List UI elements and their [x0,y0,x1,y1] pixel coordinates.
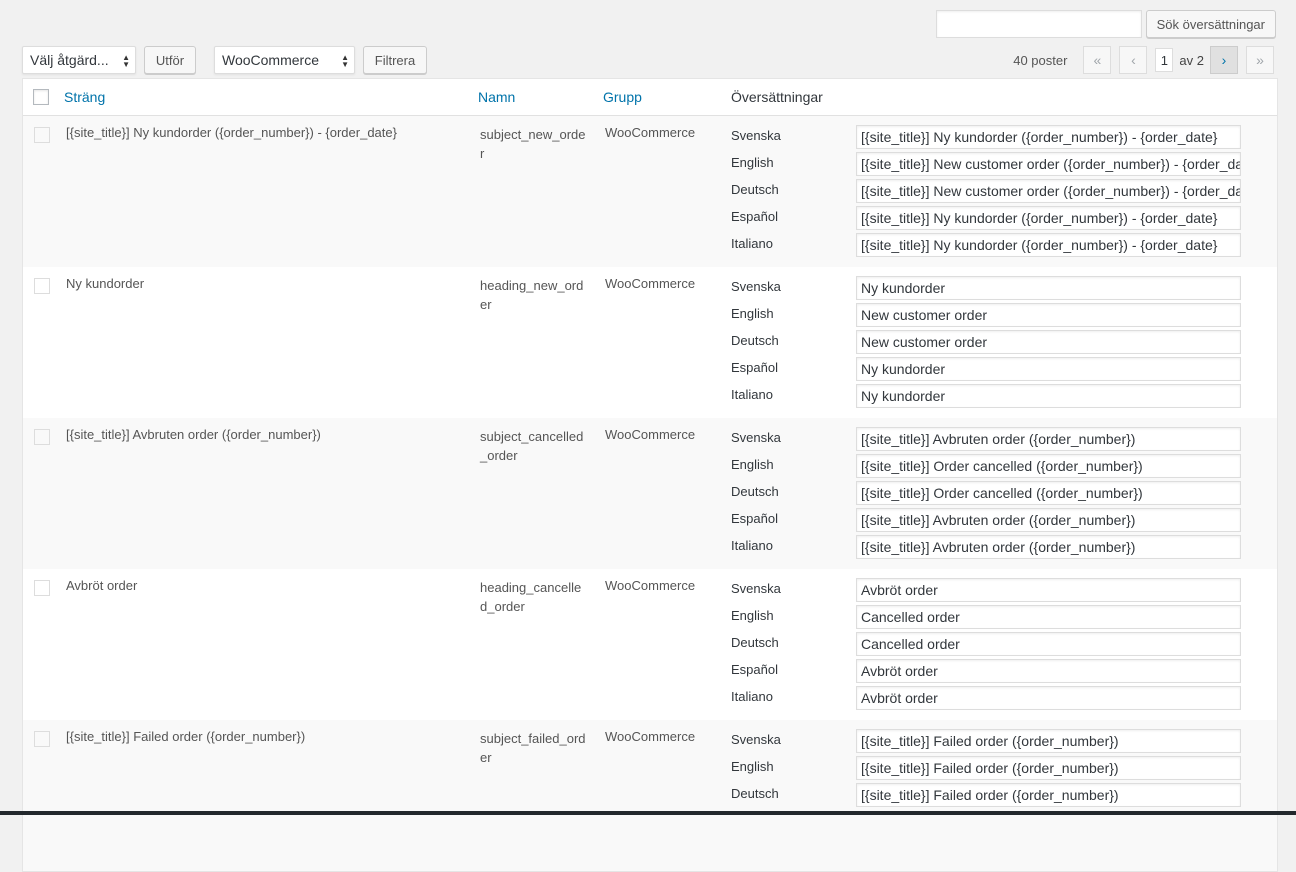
lang-label: Italiano [731,387,773,402]
bulk-action-value: Välj åtgärd... [30,52,109,68]
current-page-input[interactable]: 1 [1155,48,1174,72]
row-group: WooCommerce [605,729,696,744]
bulk-action-select[interactable]: Välj åtgärd... ▲ ▼ [22,46,136,74]
lang-label: English [731,759,774,774]
row-checkbox[interactable] [34,580,50,596]
translations-table: Sträng Namn Grupp Översättningar [{site_… [22,78,1278,872]
lang-label: English [731,306,774,321]
column-translations: Översättningar [731,89,823,105]
select-arrows-icon: ▲ ▼ [122,53,130,69]
search-input[interactable] [935,10,1142,38]
row-checkbox[interactable] [34,731,50,747]
lang-label: Deutsch [731,182,779,197]
translation-input[interactable]: [{site_title}] Avbruten order ({order_nu… [856,535,1241,559]
translation-input[interactable]: [{site_title}] Avbruten order ({order_nu… [856,427,1241,451]
group-filter-select[interactable]: WooCommerce ▲ ▼ [214,46,355,74]
table-header: Sträng Namn Grupp Översättningar [23,79,1277,116]
lang-label: English [731,155,774,170]
translation-input[interactable]: Ny kundorder [856,357,1241,381]
translation-input[interactable]: Avbröt order [856,686,1241,710]
row-name: subject_failed_order [480,731,586,765]
row-name: heading_cancelled_order [480,580,582,614]
table-row: [{site_title}] Ny kundorder ({order_numb… [23,116,1277,267]
apply-button[interactable]: Utför [144,46,196,74]
column-string[interactable]: Sträng [64,89,105,105]
table-row: [{site_title}] Avbruten order ({order_nu… [23,418,1277,569]
lang-label: Italiano [731,236,773,251]
row-group: WooCommerce [605,427,696,442]
first-page-button[interactable]: « [1083,46,1112,74]
prev-page-button[interactable]: ‹ [1119,46,1148,74]
column-group[interactable]: Grupp [603,89,642,105]
select-all-checkbox[interactable] [33,89,49,105]
row-string: [{site_title}] Ny kundorder ({order_numb… [66,125,397,140]
search-button[interactable]: Sök översättningar [1145,10,1276,38]
lang-label: Deutsch [731,635,779,650]
lang-label: Deutsch [731,786,779,801]
translation-input[interactable]: [{site_title}] Ny kundorder ({order_numb… [856,233,1241,257]
translation-input[interactable]: [{site_title}] Ny kundorder ({order_numb… [856,206,1241,230]
lang-label: Deutsch [731,484,779,499]
translation-input[interactable]: [{site_title}] Failed order ({order_numb… [856,783,1241,807]
lang-label: Español [731,209,778,224]
row-name: subject_cancelled_order [480,429,584,463]
lang-label: Italiano [731,689,773,704]
row-string: Ny kundorder [66,276,145,291]
pagination: 40 poster « ‹ 1 av 2 › » [1013,46,1274,74]
table-row: Avbröt order heading_cancelled_order Woo… [23,569,1277,720]
translation-input[interactable]: Cancelled order [856,605,1241,629]
row-group: WooCommerce [605,578,696,593]
lang-label: Español [731,662,778,677]
row-string: [{site_title}] Avbruten order ({order_nu… [66,427,321,442]
bottom-admin-bar [0,811,1296,815]
translation-input[interactable]: Avbröt order [856,659,1241,683]
row-name: subject_new_order [480,127,586,161]
translation-input[interactable]: [{site_title}] Failed order ({order_numb… [856,756,1241,780]
translation-input[interactable]: [{site_title}] Order cancelled ({order_n… [856,454,1241,478]
translation-input[interactable]: New customer order [856,330,1241,354]
row-string: Avbröt order [66,578,138,593]
table-row: [{site_title}] Failed order ({order_numb… [23,720,1277,871]
translation-input[interactable]: [{site_title}] New customer order ({orde… [856,152,1241,176]
translation-input[interactable]: New customer order [856,303,1241,327]
row-string: [{site_title}] Failed order ({order_numb… [66,729,306,744]
total-pages: av 2 [1179,52,1204,68]
column-name[interactable]: Namn [478,89,515,105]
translation-input[interactable]: [{site_title}] Failed order ({order_numb… [856,729,1241,753]
filter-button[interactable]: Filtrera [363,46,427,74]
lang-label: English [731,608,774,623]
lang-label: Español [731,360,778,375]
search-box: Sök översättningar [935,10,1276,38]
translation-input[interactable]: Avbröt order [856,578,1241,602]
tablenav-top: Välj åtgärd... ▲ ▼ Utför WooCommerce ▲ ▼ F… [22,46,1274,76]
lang-label: Svenska [731,430,781,445]
translation-input[interactable]: [{site_title}] New customer order ({orde… [856,179,1241,203]
lang-label: English [731,457,774,472]
table-row: Ny kundorder heading_new_order WooCommer… [23,267,1277,418]
row-checkbox[interactable] [34,127,50,143]
group-filter-value: WooCommerce [222,52,319,68]
translation-input[interactable]: [{site_title}] Ny kundorder ({order_numb… [856,125,1241,149]
lang-label: Español [731,511,778,526]
translation-input[interactable]: Cancelled order [856,632,1241,656]
select-arrows-icon: ▲ ▼ [341,53,349,69]
row-checkbox[interactable] [34,278,50,294]
lang-label: Svenska [731,128,781,143]
translation-input[interactable]: Ny kundorder [856,276,1241,300]
row-group: WooCommerce [605,125,696,140]
row-checkbox[interactable] [34,429,50,445]
lang-label: Deutsch [731,333,779,348]
lang-label: Svenska [731,581,781,596]
last-page-button[interactable]: » [1246,46,1274,74]
lang-label: Svenska [731,279,781,294]
items-count: 40 poster [1013,52,1068,68]
lang-label: Svenska [731,732,781,747]
translation-input[interactable]: [{site_title}] Avbruten order ({order_nu… [856,508,1241,532]
lang-label: Italiano [731,538,773,553]
row-group: WooCommerce [605,276,696,291]
translation-input[interactable]: Ny kundorder [856,384,1241,408]
next-page-button[interactable]: › [1210,46,1238,74]
row-name: heading_new_order [480,278,584,312]
translation-input[interactable]: [{site_title}] Order cancelled ({order_n… [856,481,1241,505]
